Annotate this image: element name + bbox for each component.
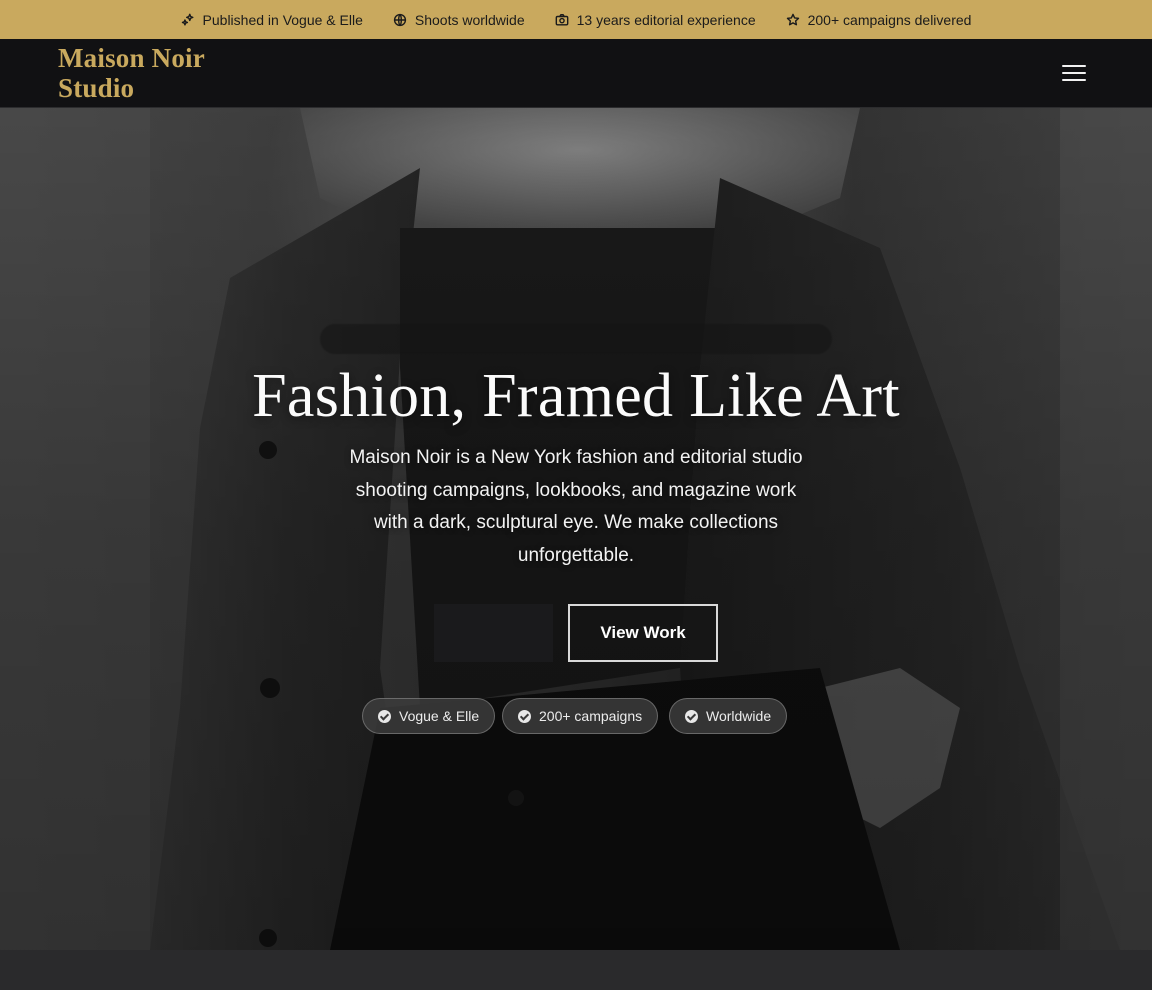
announcement-item-label: Shoots worldwide [414, 11, 525, 28]
hamburger-menu-icon[interactable] [1060, 62, 1088, 84]
site-logo[interactable]: Maison Noir Studio [58, 43, 258, 103]
hero-eyebrow-pill [320, 324, 832, 354]
next-section [0, 950, 1152, 990]
badge-label: Worldwide [706, 708, 772, 724]
logo-line-2: Studio [58, 73, 135, 103]
globe-icon [393, 13, 406, 26]
sparkles-icon [181, 13, 194, 26]
site-header: Maison Noir Studio [0, 39, 1152, 108]
badge-worldwide: Worldwide [669, 698, 788, 734]
announcement-item-label: Published in Vogue & Elle [202, 11, 363, 28]
camera-icon [555, 13, 568, 26]
hero-badges: Vogue & Elle 200+ campaigns Worldwide [362, 698, 792, 734]
check-circle-icon [378, 709, 391, 723]
badge-label: Vogue & Elle [399, 708, 480, 724]
announcement-item-worldwide: Shoots worldwide [393, 12, 525, 28]
announcement-bar: Published in Vogue & Elle Shoots worldwi… [0, 0, 1152, 39]
announcement-item-publications: Published in Vogue & Elle [181, 12, 363, 28]
view-work-button[interactable]: View Work [568, 604, 718, 662]
badge-label: 200+ campaigns [539, 708, 643, 724]
hero-section: Fashion, Framed Like Art Maison Noir is … [0, 108, 1152, 950]
badge-publications: Vogue & Elle [362, 698, 496, 734]
announcement-item-label: 200+ campaigns delivered [807, 11, 972, 28]
check-circle-icon [685, 709, 698, 723]
announcement-item-label: 13 years editorial experience [576, 11, 756, 28]
check-circle-icon [518, 709, 531, 723]
logo-line-1: Maison Noir [58, 43, 205, 73]
hero-description: Maison Noir is a New York fashion and ed… [349, 447, 803, 566]
hero-title: Fashion, Framed Like Art [252, 362, 900, 430]
primary-cta-button[interactable] [434, 604, 553, 662]
announcement-item-campaigns: 200+ campaigns delivered [786, 11, 972, 28]
announcement-item-experience: 13 years editorial experience [555, 12, 756, 28]
star-icon [786, 13, 799, 25]
badge-campaigns: 200+ campaigns [502, 698, 659, 734]
